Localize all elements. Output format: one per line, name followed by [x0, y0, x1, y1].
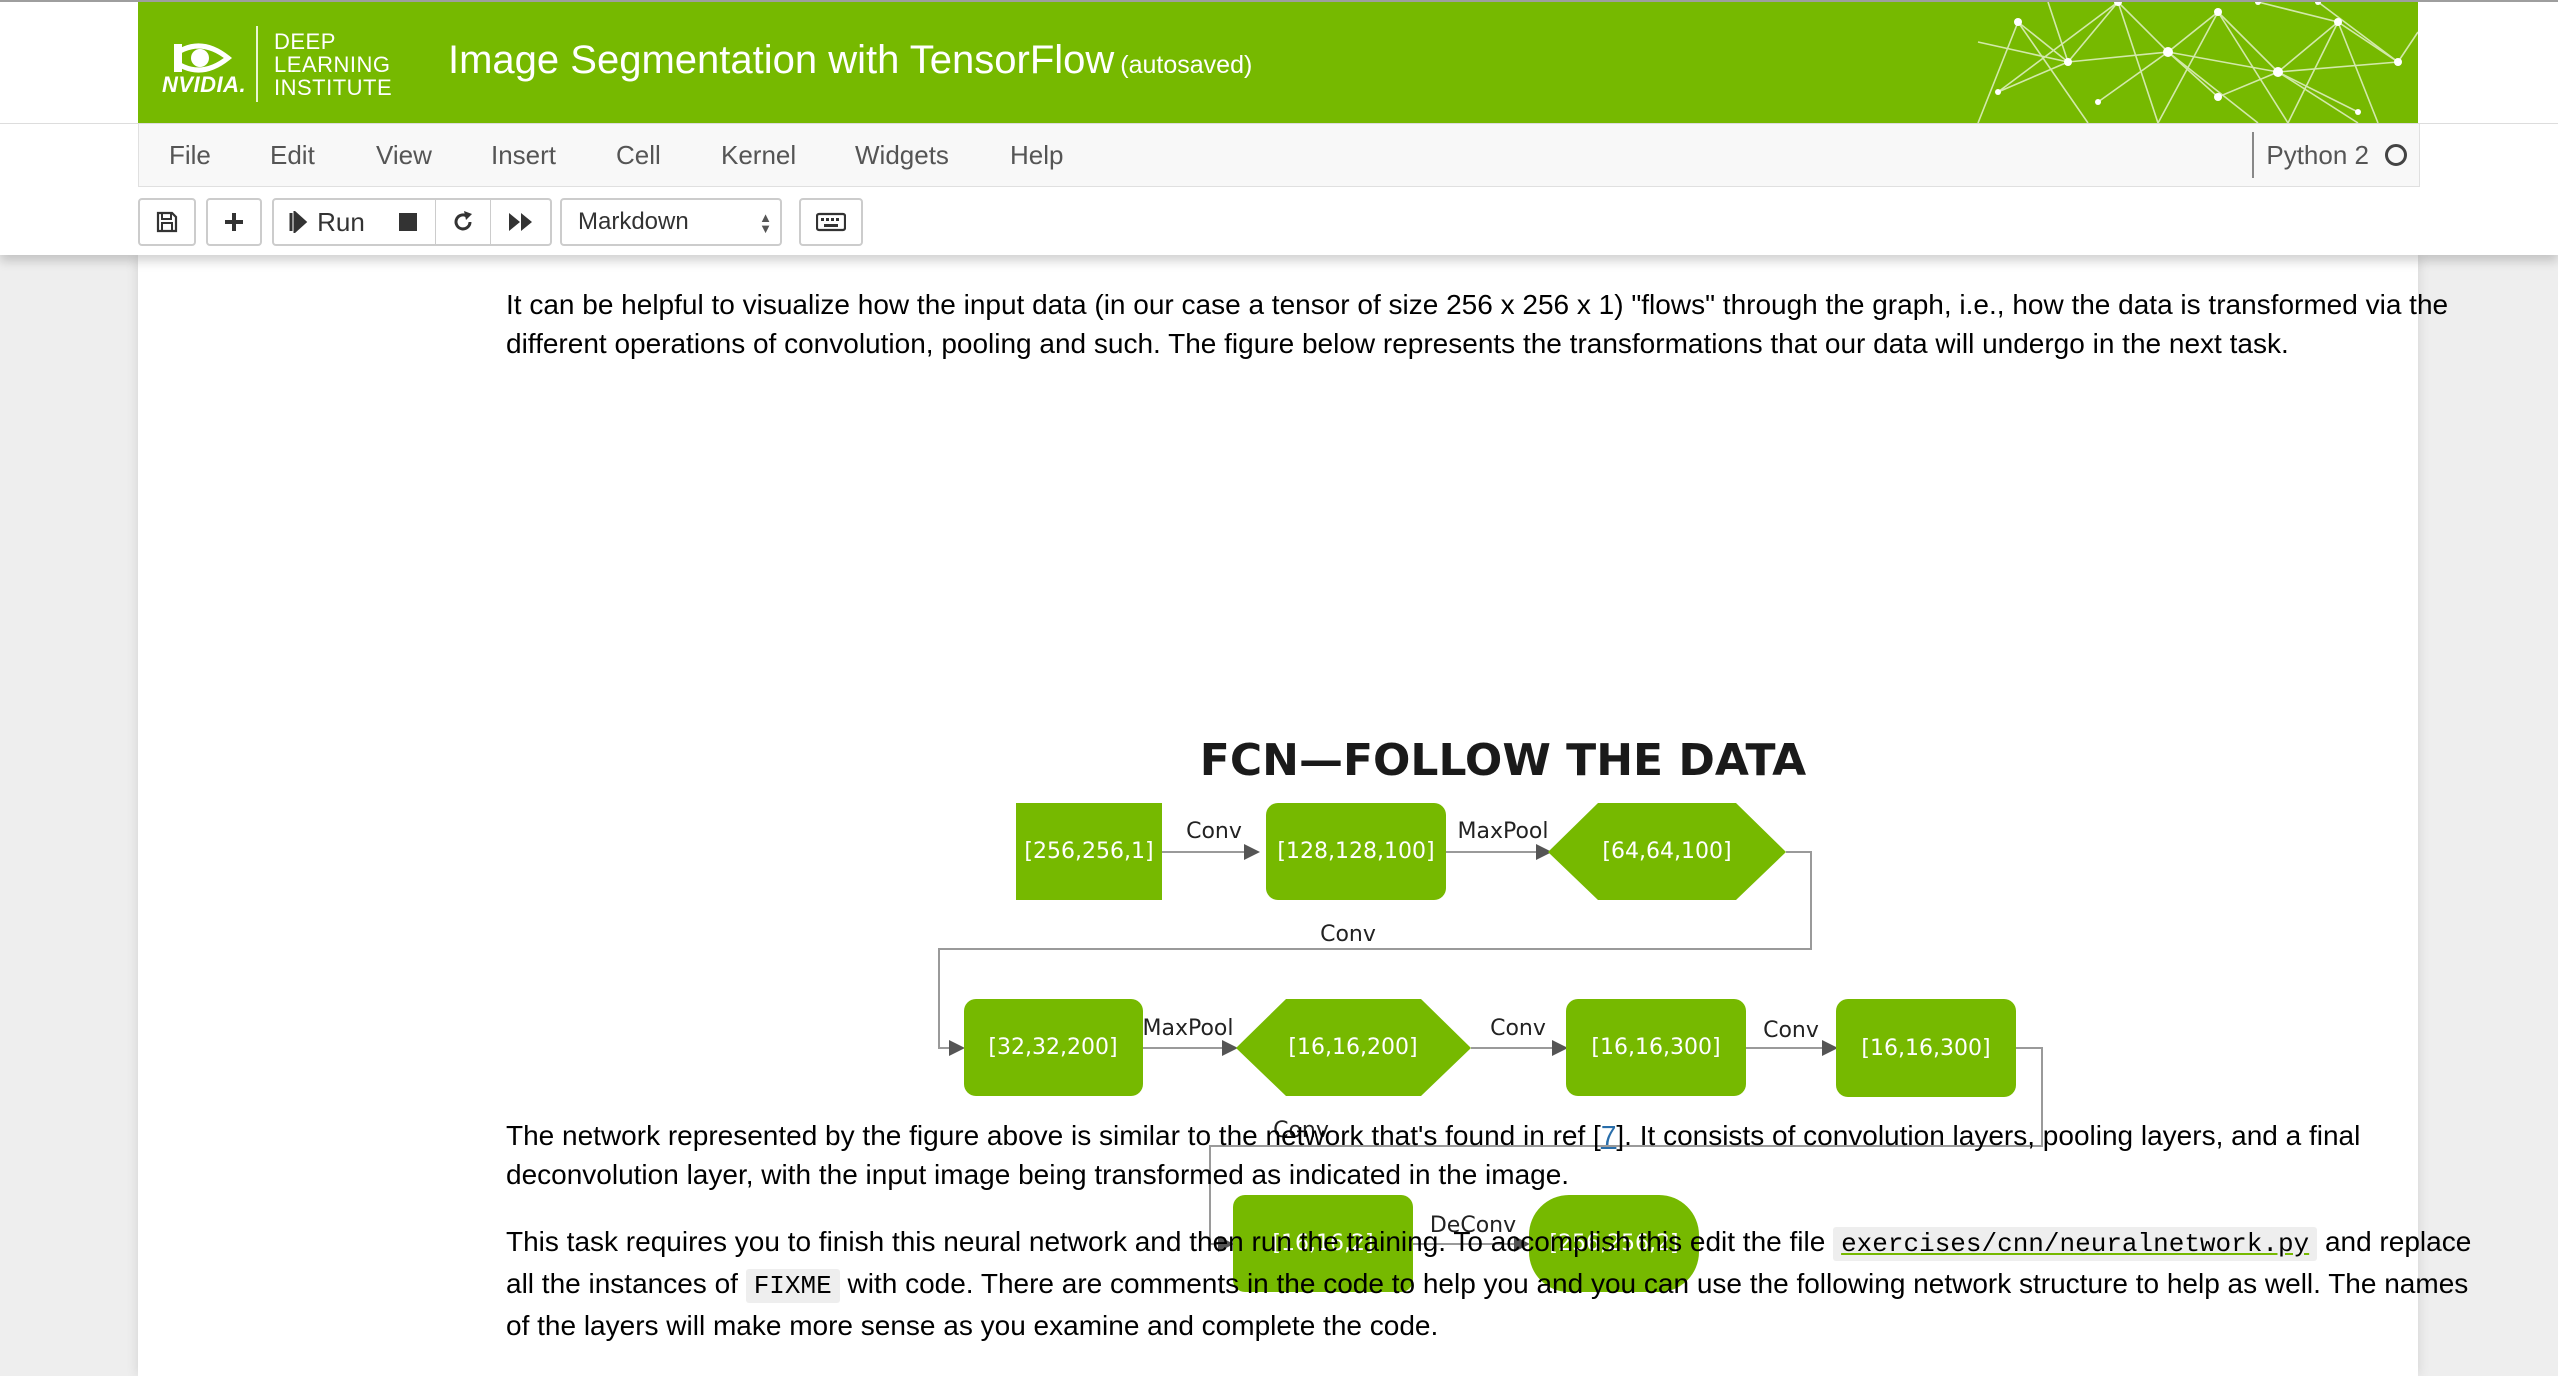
fast-forward-icon [508, 213, 532, 231]
menubar: File Edit View Insert Cell Kernel Widget… [138, 124, 2420, 187]
restart-icon [454, 211, 472, 231]
edge-label-4: MaxPool [1143, 1016, 1234, 1041]
edge-label-5: Conv [1490, 1016, 1546, 1041]
node-3: [64,64,100] [1602, 839, 1731, 864]
dli-line-1: DEEP [274, 29, 336, 54]
figure-title: FCN—FOLLOW THE DATA [1200, 735, 1806, 786]
node-1: [256,256,1] [1024, 839, 1153, 864]
top-area: NVIDIA. DEEP LEARNING INSTITUTE Image Se… [0, 0, 2558, 255]
run-label: Run [317, 206, 365, 237]
markdown-cell[interactable]: It can be helpful to visualize how the i… [506, 285, 2486, 363]
network-description-paragraph: The network represented by the figure ab… [506, 1116, 2486, 1194]
fixme-code: FIXME [745, 1269, 840, 1303]
node-2: [128,128,100] [1277, 839, 1434, 864]
plus-icon [225, 213, 243, 231]
run-all-button[interactable] [490, 198, 552, 246]
file-path-link[interactable]: exercises/cnn/neuralnetwork.py [1841, 1229, 2309, 1259]
run-icon [289, 211, 308, 233]
header-banner: NVIDIA. DEEP LEARNING INSTITUTE Image Se… [138, 2, 2418, 123]
markdown-cell-lower: The network represented by the figure ab… [506, 1116, 2486, 1345]
node-7: [16,16,300] [1861, 1036, 1990, 1061]
notebook-name[interactable]: Image Segmentation with TensorFlow [448, 38, 1114, 82]
node-4: [32,32,200] [988, 1035, 1117, 1060]
edge-label-6: Conv [1763, 1018, 1819, 1043]
menu-insert[interactable]: Insert [491, 140, 556, 171]
file-path-code[interactable]: exercises/cnn/neuralnetwork.py [1833, 1227, 2318, 1261]
intro-paragraph: It can be helpful to visualize how the i… [506, 289, 2449, 359]
kernel-idle-icon [2385, 144, 2407, 166]
select-arrows-icon: ▲ ▼ [759, 210, 772, 236]
run-button[interactable]: Run [272, 198, 382, 246]
keyboard-icon [816, 212, 846, 232]
save-button[interactable] [138, 198, 196, 246]
restart-kernel-button[interactable] [435, 198, 492, 246]
node-5: [16,16,200] [1288, 1035, 1417, 1060]
dli-wordmark: DEEP LEARNING INSTITUTE [274, 30, 392, 99]
mesh-decoration [1977, 2, 2418, 123]
insert-cell-button[interactable] [206, 198, 262, 246]
menu-cell[interactable]: Cell [616, 140, 661, 171]
menu-kernel[interactable]: Kernel [721, 140, 796, 171]
menu-file[interactable]: File [169, 140, 211, 171]
node-6: [16,16,300] [1591, 1035, 1720, 1060]
command-palette-button[interactable] [799, 198, 863, 246]
notebook-container: It can be helpful to visualize how the i… [138, 255, 2471, 1376]
cell-type-select[interactable]: Markdown ▲ ▼ [560, 198, 782, 246]
edge-label-1: Conv [1186, 819, 1242, 844]
save-icon [156, 211, 178, 233]
nvidia-wordmark: NVIDIA. [162, 72, 247, 97]
stop-icon [398, 213, 417, 231]
notebook-title[interactable]: Image Segmentation with TensorFlow (autos… [448, 38, 1252, 83]
menu-view[interactable]: View [376, 140, 432, 171]
dli-line-3: INSTITUTE [274, 75, 393, 100]
para2-before: The network represented by the figure ab… [506, 1120, 1601, 1151]
kernel-indicator[interactable]: Python 2 [2252, 132, 2417, 178]
kernel-name[interactable]: Python 2 [2266, 140, 2369, 171]
ref-link[interactable]: 7 [1601, 1120, 1617, 1151]
menu-help[interactable]: Help [1010, 140, 1063, 171]
dli-line-2: LEARNING [274, 52, 391, 77]
para3-a: This task requires you to finish this ne… [506, 1226, 1826, 1257]
autosave-status: (autosaved) [1120, 51, 1253, 79]
edge-label-2: MaxPool [1458, 819, 1549, 844]
menu-widgets[interactable]: Widgets [855, 140, 949, 171]
logo-divider [256, 26, 258, 102]
interrupt-button[interactable] [380, 198, 437, 246]
cell-type-value: Markdown [578, 208, 689, 235]
menu-edit[interactable]: Edit [270, 140, 315, 171]
edge-label-3: Conv [1320, 922, 1376, 947]
task-paragraph: This task requires you to finish this ne… [506, 1222, 2486, 1345]
